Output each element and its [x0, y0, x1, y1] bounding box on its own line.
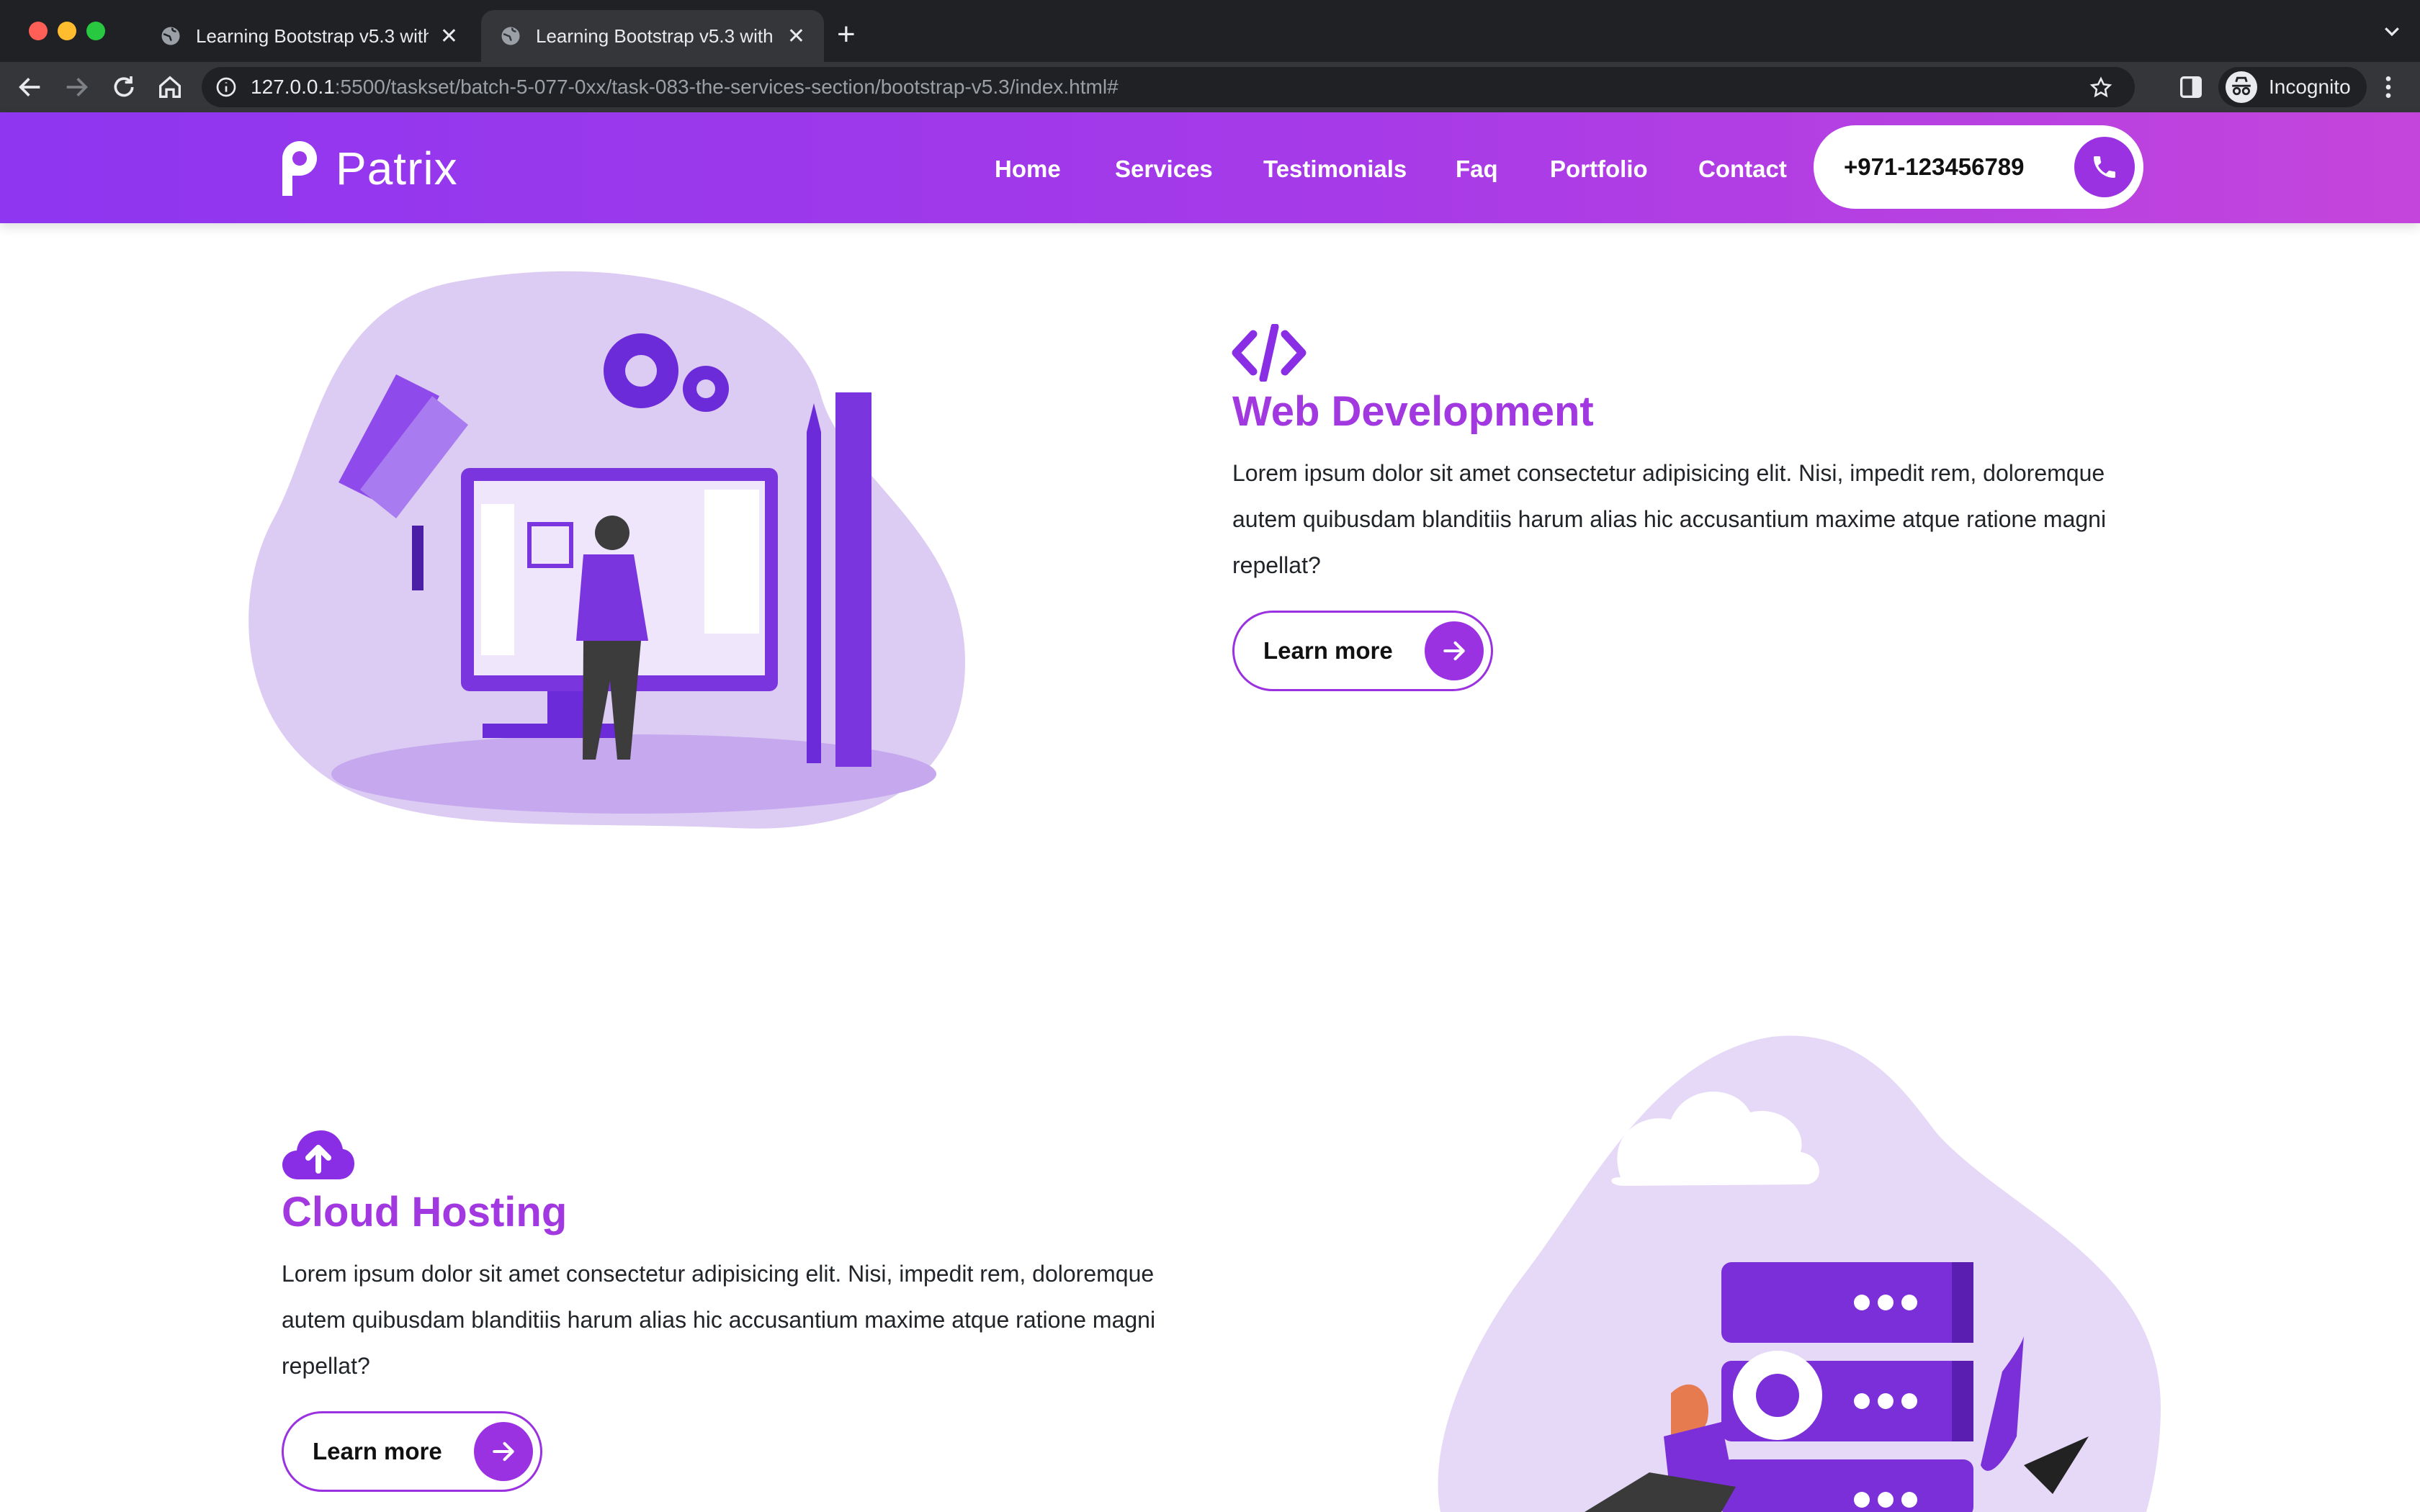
cloud-upload-icon [282, 1130, 354, 1179]
close-tab-icon[interactable]: ✕ [787, 24, 805, 49]
profile-label: Incognito [2269, 76, 2351, 98]
home-icon[interactable] [156, 73, 184, 102]
arrow-right-icon [474, 1422, 533, 1481]
logo-mark-icon [282, 141, 317, 196]
back-icon[interactable] [16, 73, 45, 102]
nav-link-testimonials[interactable]: Testimonials [1263, 156, 1407, 183]
learn-more-label: Learn more [313, 1438, 442, 1464]
service-title-web-development: Web Development [1232, 388, 1594, 435]
phone-call-button[interactable]: +971-123456789 [1814, 125, 2143, 209]
minimize-window-button[interactable] [58, 22, 76, 40]
globe-icon [161, 27, 180, 45]
tab-title: Learning Bootstrap v5.3 with s [196, 24, 429, 47]
brand-logo[interactable]: Patrix [279, 138, 458, 199]
close-window-button[interactable] [29, 22, 48, 40]
tab-title: Learning Bootstrap v5.3 with s [536, 24, 776, 47]
browser-tab[interactable]: Learning Bootstrap v5.3 with s ✕ [141, 10, 477, 62]
brand-name: Patrix [336, 143, 458, 194]
arrow-right-icon [1425, 621, 1484, 680]
reload-icon[interactable] [109, 73, 138, 102]
code-icon [1232, 324, 1307, 382]
globe-icon [501, 27, 520, 45]
star-icon[interactable] [2089, 76, 2113, 100]
address-bar[interactable]: 127.0.0.1:5500/taskset/batch-5-077-0xx/t… [202, 67, 2135, 107]
cloud-hosting-illustration [1438, 1035, 2161, 1512]
phone-number: +971-123456789 [1844, 153, 2025, 180]
side-panel-icon[interactable] [2177, 73, 2205, 102]
learn-more-label: Learn more [1263, 637, 1393, 664]
incognito-icon [2226, 71, 2257, 103]
maximize-window-button[interactable] [86, 22, 105, 40]
nav-link-home[interactable]: Home [995, 156, 1061, 183]
incognito-profile[interactable]: Incognito [2218, 67, 2367, 107]
nav-link-faq[interactable]: Faq [1456, 156, 1498, 183]
close-tab-icon[interactable]: ✕ [440, 24, 458, 49]
browser-tab-active[interactable]: Learning Bootstrap v5.3 with s ✕ [481, 10, 824, 62]
nav-link-services[interactable]: Services [1115, 156, 1213, 183]
learn-more-button[interactable]: Learn more [282, 1411, 542, 1492]
service-description: Lorem ipsum dolor sit amet consectetur a… [1232, 460, 2107, 578]
nav-link-portfolio[interactable]: Portfolio [1550, 156, 1648, 183]
web-development-illustration [248, 271, 965, 829]
url-host: 127.0.0.1 [251, 76, 335, 98]
info-icon[interactable] [215, 76, 238, 99]
menu-icon[interactable] [2374, 73, 2403, 102]
url-text: 127.0.0.1:5500/taskset/batch-5-077-0xx/t… [251, 76, 1119, 99]
service-description: Lorem ipsum dolor sit amet consectetur a… [282, 1261, 1156, 1379]
nav-link-contact[interactable]: Contact [1698, 156, 1787, 183]
forward-icon[interactable] [62, 73, 91, 102]
tab-search-chevron-icon[interactable] [2381, 20, 2403, 42]
new-tab-button[interactable]: + [837, 17, 856, 52]
service-title-cloud-hosting: Cloud Hosting [282, 1189, 568, 1236]
learn-more-button[interactable]: Learn more [1232, 611, 1493, 691]
phone-icon [2074, 137, 2135, 197]
url-path: :5500/taskset/batch-5-077-0xx/task-083-t… [334, 76, 1119, 98]
